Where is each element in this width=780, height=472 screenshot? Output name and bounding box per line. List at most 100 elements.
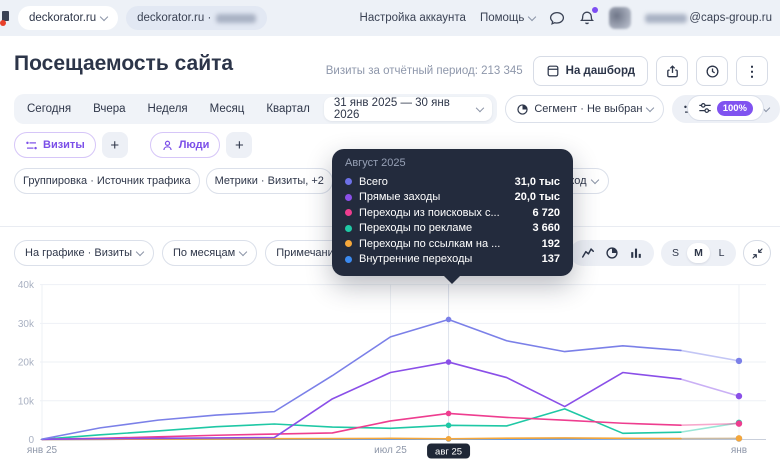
- notifications-bell-icon[interactable]: [579, 7, 599, 26]
- more-menu-button[interactable]: ⋮: [736, 56, 768, 86]
- last-point: [735, 392, 743, 400]
- pie-chart-icon[interactable]: [605, 246, 619, 260]
- help-menu[interactable]: Помощь: [479, 12, 537, 24]
- chart-size-s[interactable]: S: [664, 243, 687, 263]
- quick-range-0[interactable]: Сегодня: [16, 103, 82, 115]
- to-dashboard-label: На дашборд: [565, 65, 635, 77]
- series-dot-icon: [345, 224, 352, 232]
- avatar[interactable]: [609, 7, 632, 29]
- history-button[interactable]: [696, 56, 728, 86]
- granularity-label: По месяцам: [173, 247, 236, 259]
- quick-range-1[interactable]: Вчера: [82, 103, 136, 115]
- series-line-forecast: [680, 378, 740, 397]
- chevron-down-icon: [590, 175, 599, 184]
- sampling-badge: 100%: [716, 100, 753, 116]
- top-bar: deckorator.ru deckorator.ru · Настройка …: [0, 0, 780, 36]
- tooltip-title: Август 2025: [345, 157, 406, 169]
- granularity-selector[interactable]: По месяцам: [162, 240, 258, 266]
- series-dot-icon: [345, 193, 352, 201]
- series-dot-icon: [345, 209, 352, 217]
- chart-type-switcher: [570, 240, 654, 266]
- tooltip-row: Переходы из поисковых с... 6 720: [345, 205, 560, 221]
- segment-label: Сегмент · Не выбран: [534, 103, 643, 115]
- counter-selector-label: deckorator.ru: [29, 12, 97, 24]
- help-label: Помощь: [479, 12, 525, 24]
- metrica-traffic-page: deckorator.ru deckorator.ru · Настройка …: [0, 0, 780, 472]
- on-chart-selector[interactable]: На графике · Визиты: [14, 240, 155, 266]
- metrica-logo-icon: [0, 10, 10, 26]
- grouping-selector[interactable]: Группировка · Источник трафика: [14, 168, 200, 194]
- tooltip-series-label: Переходы по ссылкам на ...: [359, 237, 501, 250]
- date-range-picker[interactable]: 31 янв 2025 — 30 янв 2026: [323, 97, 493, 121]
- counter-secondary[interactable]: deckorator.ru ·: [126, 6, 268, 30]
- quick-range-2[interactable]: Неделя: [137, 103, 199, 115]
- tooltip-series-value: 192: [541, 237, 560, 250]
- chevron-down-icon: [646, 103, 655, 112]
- metric-people-pill[interactable]: Люди: [149, 132, 221, 158]
- chevron-down-icon: [135, 247, 145, 256]
- notification-dot: [592, 7, 599, 13]
- traffic-chart[interactable]: 010k20k30k40kянв 25 июл 25 янвавг 25: [0, 278, 780, 472]
- period-summary: Визиты за отчётный период: 213 345: [325, 65, 523, 77]
- y-tick-label: 10k: [18, 396, 35, 407]
- email-domain: @caps-group.ru: [689, 12, 772, 24]
- series-dot-icon: [345, 255, 352, 263]
- chart-tooltip: Август 2025 Всего 31,0 тыс Прямые заходы 20…: [332, 149, 573, 284]
- chevron-down-icon: [528, 12, 537, 21]
- tooltip-row: Прямые заходы 20,0 тыс: [345, 190, 560, 206]
- y-tick-label: 40k: [18, 280, 35, 291]
- quick-range-4[interactable]: Квартал: [255, 103, 320, 115]
- counter-selector[interactable]: deckorator.ru: [18, 6, 119, 30]
- hover-point: [445, 410, 452, 417]
- user-email[interactable]: @caps-group.ru: [645, 12, 772, 24]
- bar-chart-icon[interactable]: [629, 246, 643, 260]
- metric-visits-pill[interactable]: Визиты: [14, 132, 96, 158]
- series-dot-icon: [345, 178, 352, 186]
- to-dashboard-button[interactable]: На дашборд: [532, 56, 648, 86]
- tooltip-series-label: Внутренние переходы: [359, 253, 473, 266]
- tooltip-series-value: 6 720: [532, 206, 560, 219]
- export-button[interactable]: [656, 56, 688, 86]
- y-tick-label: 20k: [18, 358, 35, 369]
- quick-range-group: Сегодня Вчера Неделя Месяц Квартал 31 янв 20…: [14, 94, 498, 124]
- sampling-control[interactable]: 100%: [686, 95, 764, 121]
- tooltip-arrow: [444, 276, 460, 284]
- quick-range-3[interactable]: Месяц: [199, 103, 256, 115]
- tooltip-series-value: 3 660: [532, 222, 560, 235]
- tooltip-row: Всего 31,0 тыс: [345, 174, 560, 190]
- blurred-counter-id: [216, 13, 257, 23]
- chat-icon[interactable]: [549, 10, 565, 26]
- segment-pie-icon: [516, 103, 529, 116]
- date-range-label: 31 янв 2025 — 30 янв 2026: [333, 97, 450, 121]
- series-dot-icon: [345, 240, 352, 248]
- tooltip-series-label: Переходы из поисковых с...: [359, 206, 500, 219]
- tooltip-series-label: Прямые заходы: [359, 191, 441, 204]
- tooltip-series-value: 20,0 тыс: [514, 191, 560, 204]
- collapse-chart-button[interactable]: [743, 240, 771, 266]
- chart-size-switcher: SML: [661, 240, 736, 266]
- series-line-forecast: [680, 349, 740, 362]
- chart-size-m[interactable]: M: [687, 243, 710, 263]
- hover-point: [445, 435, 452, 442]
- tooltip-series-value: 31,0 тыс: [514, 175, 560, 188]
- segment-selector[interactable]: Сегмент · Не выбран: [505, 95, 665, 123]
- line-chart-icon[interactable]: [581, 246, 595, 260]
- metrics-selector[interactable]: Метрики · Визиты, +2: [205, 168, 333, 194]
- visits-icon: [25, 139, 38, 152]
- hover-point: [445, 316, 452, 323]
- blurred-email-local: [645, 13, 688, 23]
- tooltip-row: Переходы по ссылкам на ... 192: [345, 236, 560, 252]
- notes-label: Примечания: [276, 247, 340, 259]
- add-metric-button[interactable]: +: [101, 132, 128, 158]
- tooltip-series-label: Всего: [359, 175, 388, 188]
- add-people-metric-button[interactable]: +: [226, 132, 253, 158]
- last-point: [735, 435, 743, 442]
- chart-size-l[interactable]: L: [710, 243, 733, 263]
- tooltip-row: Внутренние переходы 137: [345, 252, 560, 268]
- counter-secondary-label: deckorator.ru ·: [137, 12, 212, 24]
- chevron-down-icon: [475, 103, 484, 112]
- account-settings-link[interactable]: Настройка аккаунта: [360, 12, 466, 24]
- last-point: [735, 420, 743, 427]
- metric-people-label: Люди: [178, 139, 210, 151]
- series-line: [41, 408, 682, 441]
